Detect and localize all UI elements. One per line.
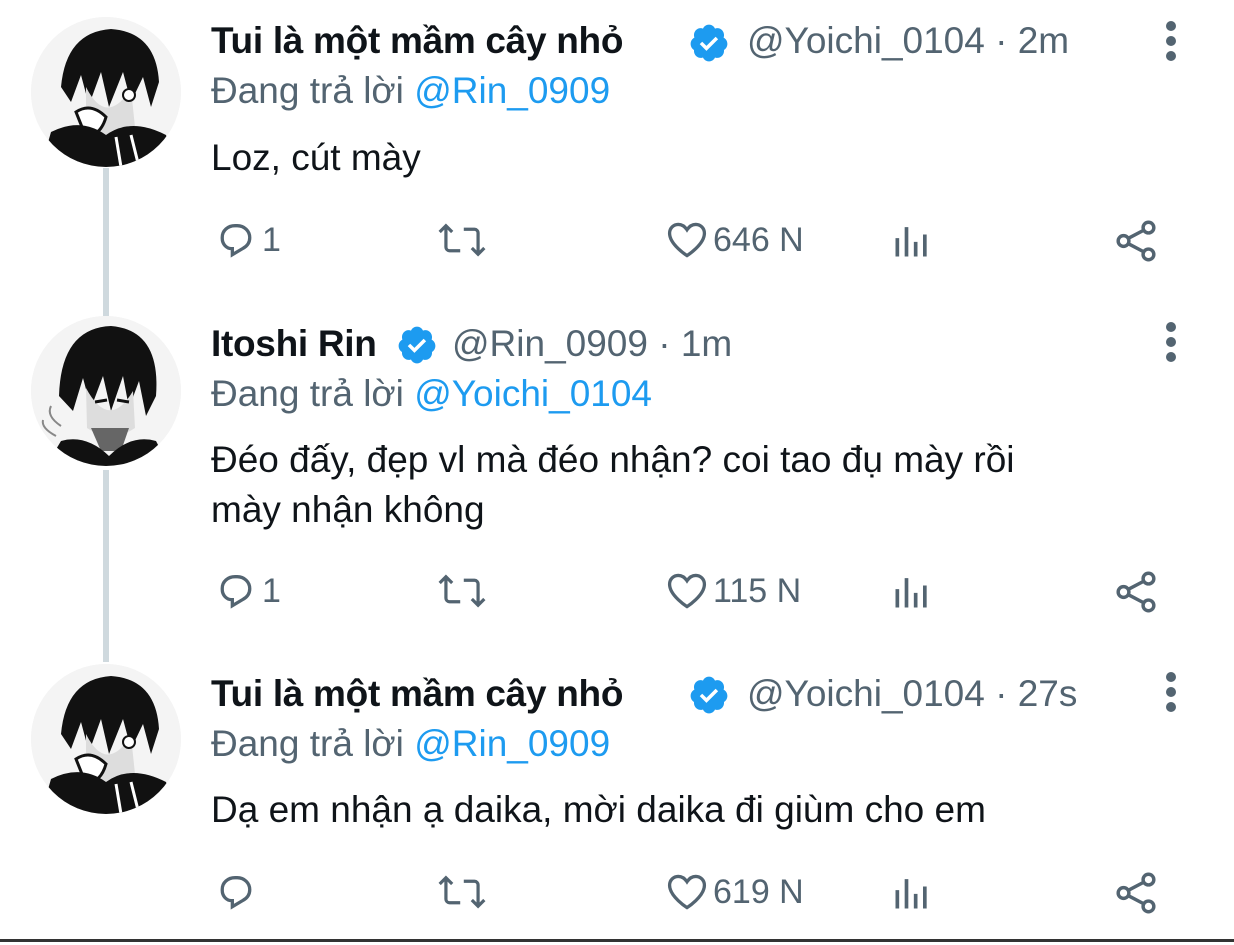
like-button[interactable]: 646 N	[665, 218, 804, 262]
tweet-text: Dạ em nhận ạ daika, mời daika đi giùm ch…	[211, 789, 986, 830]
share-button[interactable]	[1113, 218, 1159, 264]
more-vertical-icon[interactable]	[1158, 661, 1184, 723]
tweet[interactable]: Tui là một mầm cây nhỏ @Yoichi_0104 · 2m…	[0, 0, 1234, 300]
reply-icon	[220, 575, 252, 609]
retweet-button[interactable]	[437, 870, 487, 914]
reply-button[interactable]	[214, 870, 262, 914]
replying-to-label: Đang trả lời	[211, 723, 404, 764]
like-icon	[667, 874, 707, 910]
analytics-button[interactable]	[890, 218, 934, 262]
retweet-button[interactable]	[437, 218, 487, 262]
handle-and-time: @Yoichi_0104 · 27s	[747, 673, 1078, 714]
display-name[interactable]: Tui là một mầm cây nhỏ	[211, 20, 623, 62]
share-icon	[1116, 872, 1156, 914]
more-vertical-icon[interactable]	[1158, 10, 1184, 72]
verified-badge-icon	[690, 676, 728, 714]
analytics-icon	[895, 578, 927, 608]
retweet-icon	[438, 574, 486, 608]
analytics-button[interactable]	[890, 870, 934, 914]
tweet[interactable]: Itoshi Rin @Rin_0909 · 1m Đang trả lời @…	[0, 300, 1234, 660]
analytics-icon	[895, 879, 927, 909]
reply-mention-link[interactable]: @Rin_0909	[414, 723, 610, 764]
like-count: 619 N	[713, 872, 804, 911]
bottom-divider	[0, 939, 1234, 942]
analytics-button[interactable]	[890, 569, 934, 613]
retweet-icon	[438, 875, 486, 909]
replying-to-label: Đang trả lời	[211, 70, 404, 111]
avatar[interactable]	[31, 316, 181, 466]
like-count: 646 N	[713, 220, 804, 259]
reply-button[interactable]: 1	[214, 218, 281, 262]
replying-to: Đang trả lời @Rin_0909	[211, 70, 610, 112]
like-count: 115 N	[713, 571, 802, 610]
like-icon	[667, 222, 707, 258]
display-name[interactable]: Tui là một mầm cây nhỏ	[211, 673, 623, 715]
display-name[interactable]: Itoshi Rin	[211, 323, 377, 365]
replying-to: Đang trả lời @Rin_0909	[211, 723, 610, 765]
handle-and-time: @Rin_0909 · 1m	[452, 323, 733, 364]
share-button[interactable]	[1113, 870, 1159, 916]
handle-and-time: @Yoichi_0104 · 2m	[747, 20, 1070, 61]
avatar[interactable]	[31, 664, 181, 814]
tweet-text-line: mày nhận không	[211, 489, 485, 530]
share-button[interactable]	[1113, 569, 1159, 615]
retweet-button[interactable]	[437, 569, 487, 613]
reply-count: 1	[262, 571, 281, 610]
reply-mention-link[interactable]: @Yoichi_0104	[414, 373, 652, 414]
replying-to: Đang trả lời @Yoichi_0104	[211, 373, 652, 415]
reply-icon	[220, 224, 252, 258]
avatar[interactable]	[31, 17, 181, 167]
reply-count: 1	[262, 220, 281, 259]
share-icon	[1116, 220, 1156, 262]
like-button[interactable]: 619 N	[665, 870, 804, 914]
verified-badge-icon	[690, 24, 728, 62]
tweet[interactable]: Tui là một mầm cây nhỏ @Yoichi_0104 · 27…	[0, 660, 1234, 939]
reply-icon	[220, 876, 252, 910]
verified-badge-icon	[398, 326, 436, 364]
analytics-icon	[895, 227, 927, 257]
more-vertical-icon[interactable]	[1158, 311, 1184, 373]
reply-mention-link[interactable]: @Rin_0909	[414, 70, 610, 111]
replying-to-label: Đang trả lời	[211, 373, 404, 414]
tweet-text: Đéo đấy, đẹp vl mà đéo nhận? coi tao đụ …	[211, 435, 1171, 535]
like-icon	[667, 573, 707, 609]
share-icon	[1116, 571, 1156, 613]
tweet-text-line: Đéo đấy, đẹp vl mà đéo nhận? coi tao đụ …	[211, 439, 1015, 480]
reply-button[interactable]: 1	[214, 569, 281, 613]
retweet-icon	[438, 223, 486, 257]
tweet-text: Loz, cút mày	[211, 137, 421, 178]
like-button[interactable]: 115 N	[665, 569, 801, 613]
